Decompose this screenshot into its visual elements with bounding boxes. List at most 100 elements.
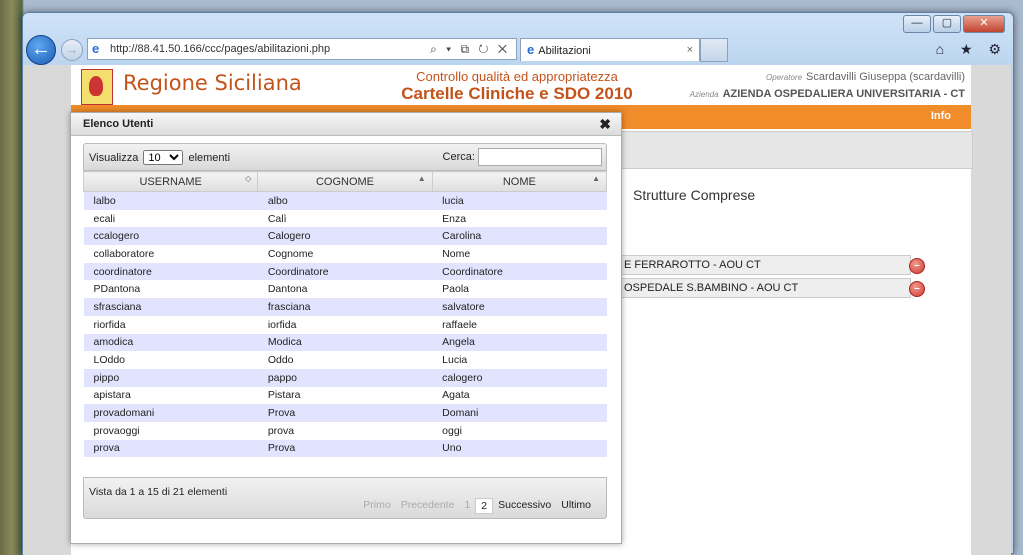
table-row[interactable]: prova Prova Uno <box>83 439 607 458</box>
brand-title: Regione Siciliana <box>123 71 302 95</box>
username-cell: riorfida <box>83 315 258 334</box>
page-first-button[interactable]: Primo <box>358 498 395 514</box>
window-controls: — ▢ ✕ <box>903 15 1005 33</box>
search-label: Cerca: <box>442 150 475 163</box>
minimize-button[interactable]: — <box>903 15 931 33</box>
column-header-nome[interactable]: NOME ▲ <box>431 171 608 192</box>
nome-cell: lucia <box>432 191 607 210</box>
table-row[interactable]: provadomani Prova Domani <box>83 404 607 422</box>
toolbar-icons[interactable]: ⌂ ★ ⚙ <box>936 41 1007 58</box>
username-cell: pippo <box>83 368 258 387</box>
username-cell: LOddo <box>83 351 258 369</box>
nome-cell: raffaele <box>432 315 607 334</box>
page-next-button[interactable]: Successivo <box>493 498 556 514</box>
page-length: Visualizza 10 elementi <box>89 150 230 165</box>
page-last-button[interactable]: Ultimo <box>556 498 596 514</box>
nome-cell: Nome <box>432 245 607 263</box>
cognome-cell: frasciana <box>257 298 433 316</box>
close-tab-icon[interactable]: × <box>687 39 693 61</box>
tab-abilitazioni[interactable]: e Abilitazioni × <box>520 38 700 61</box>
sicily-logo <box>81 69 113 105</box>
username-cell: sfrasciana <box>83 298 258 316</box>
pagination: Primo Precedente 1 2 Successivo Ultimo <box>358 498 596 514</box>
username-cell: provadomani <box>83 404 258 422</box>
table-row[interactable]: PDantona Dantona Paola <box>83 280 607 299</box>
page-1-button[interactable]: 1 <box>459 498 475 514</box>
cognome-cell: Prova <box>257 439 433 458</box>
table-row[interactable]: sfrasciana frasciana salvatore <box>83 298 607 316</box>
users-dialog: Elenco Utenti ✖ Visualizza 10 elementi C… <box>70 112 622 544</box>
nome-cell: Uno <box>432 439 607 458</box>
back-icon[interactable]: ← <box>26 35 56 65</box>
nome-cell: calogero <box>432 368 607 387</box>
page-prev-button[interactable]: Precedente <box>396 498 460 514</box>
remove-icon[interactable]: – <box>909 258 925 274</box>
username-cell: PDantona <box>83 280 258 299</box>
username-cell: ccalogero <box>83 227 258 246</box>
column-header-username[interactable]: USERNAME ◇ <box>82 171 259 192</box>
table-row[interactable]: apistara Pistara Agata <box>83 386 607 405</box>
column-header-cognome[interactable]: COGNOME ▲ <box>257 171 433 192</box>
structures-title: Strutture Comprese <box>633 187 756 203</box>
page-2-button[interactable]: 2 <box>475 498 494 514</box>
username-cell: prova <box>83 439 258 458</box>
username-cell: collaboratore <box>83 245 258 263</box>
table-row[interactable]: provaoggi prova oggi <box>83 421 607 440</box>
toolbar-panel <box>619 131 973 169</box>
dialog-header: Elenco Utenti ✖ <box>71 113 621 136</box>
sort-both-icon: ◇ <box>245 174 252 183</box>
table-row[interactable]: coordinatore Coordinatore Coordinatore <box>83 262 607 281</box>
cognome-cell: albo <box>257 191 433 210</box>
table-row[interactable]: pippo pappo calogero <box>83 368 607 387</box>
ie-icon: e <box>92 41 100 56</box>
table-row[interactable]: ccalogero Calogero Carolina <box>83 227 607 246</box>
address-tools[interactable]: ⌕ ▾ ⧉ ↻ ✕ <box>430 39 510 59</box>
cognome-cell: prova <box>257 421 433 440</box>
table-row[interactable]: lalbo albo lucia <box>83 191 607 210</box>
forward-icon[interactable]: → <box>61 39 83 61</box>
table-footer: Vista da 1 a 15 di 21 elementi Primo Pre… <box>83 477 607 519</box>
ie-icon: e <box>527 42 535 57</box>
username-cell: apistara <box>83 386 258 405</box>
table-row[interactable]: LOddo Oddo Lucia <box>83 351 607 369</box>
structure-row: E FERRAROTTO - AOU CT <box>619 255 911 275</box>
nome-cell: Paola <box>432 280 607 299</box>
cognome-cell: Calì <box>257 209 433 228</box>
close-icon[interactable]: ✖ <box>599 113 611 135</box>
cognome-cell: Oddo <box>257 351 433 369</box>
table-row[interactable]: ecali Calì Enza <box>83 209 607 228</box>
address-bar[interactable]: e http://88.41.50.166/ccc/pages/abilitaz… <box>87 38 517 60</box>
nome-cell: Lucia <box>432 351 607 369</box>
info-link[interactable]: Info <box>931 110 951 122</box>
nome-cell: oggi <box>432 421 607 440</box>
users-table-wrapper: Visualizza 10 elementi Cerca: USERNAME ◇ … <box>82 143 608 458</box>
length-suffix: elementi <box>188 152 231 164</box>
username-cell: amodica <box>83 333 258 352</box>
page-length-select[interactable]: 10 <box>143 150 184 165</box>
operator-name: Scardavilli Giuseppa (scardavilli) <box>806 71 965 83</box>
app-title: Controllo qualità ed appropriatezza Cart… <box>377 69 657 104</box>
table-row[interactable]: amodica Modica Angela <box>83 333 607 352</box>
nome-cell: Coordinatore <box>432 262 607 281</box>
address-url[interactable]: http://88.41.50.166/ccc/pages/abilitazio… <box>110 39 330 59</box>
close-window-button[interactable]: ✕ <box>963 15 1005 33</box>
maximize-button[interactable]: ▢ <box>933 15 961 33</box>
nome-cell: Domani <box>432 404 607 422</box>
remove-icon[interactable]: – <box>909 281 925 297</box>
search-box: Cerca: <box>443 148 602 166</box>
username-cell: lalbo <box>83 191 258 210</box>
operator-info: Operatore Scardavilli Giuseppa (scardavil… <box>690 69 965 103</box>
cognome-cell: Prova <box>257 404 433 422</box>
dialog-title: Elenco Utenti <box>83 118 154 130</box>
table-row[interactable]: riorfida iorfida raffaele <box>83 315 607 334</box>
cognome-cell: Pistara <box>257 386 433 405</box>
structure-row: OSPEDALE S.BAMBINO - AOU CT <box>619 278 911 298</box>
username-cell: coordinatore <box>83 262 258 281</box>
search-input[interactable] <box>478 148 602 166</box>
nome-cell: salvatore <box>432 298 607 316</box>
navigation-bar: ← → e http://88.41.50.166/ccc/pages/abil… <box>23 35 1013 65</box>
sort-asc-icon: ▲ <box>592 174 600 183</box>
table-row[interactable]: collaboratore Cognome Nome <box>83 245 607 263</box>
cognome-cell: Calogero <box>257 227 433 246</box>
new-tab-button[interactable] <box>700 38 728 62</box>
